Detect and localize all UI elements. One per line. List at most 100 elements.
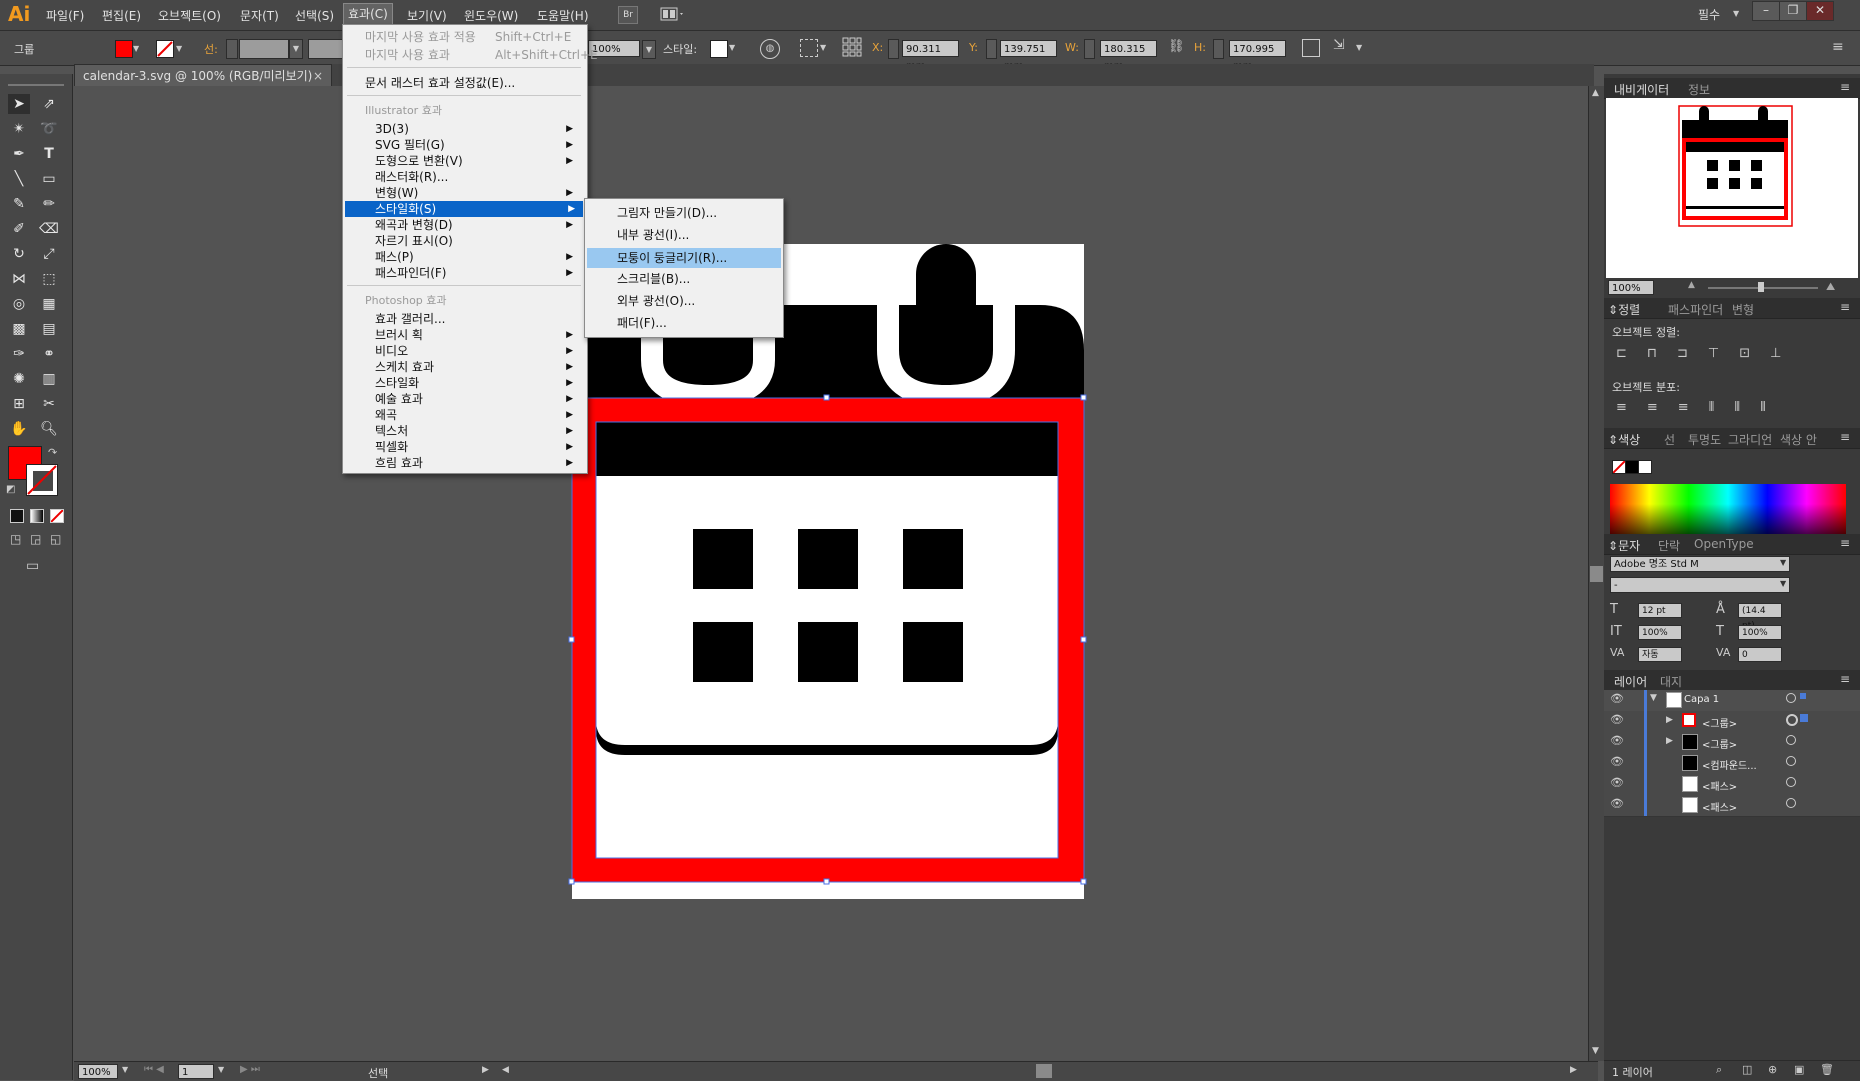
menu-item-crop-marks[interactable]: 자르기 표시(O) [375, 233, 581, 249]
expand-triangle-icon[interactable]: ▼ [1650, 693, 1657, 703]
menu-item-rasterize[interactable]: 래스터화(R)... [375, 169, 581, 185]
panel-menu-icon[interactable]: ≡ [1840, 672, 1850, 686]
tab-artboards[interactable]: 대지 [1660, 673, 1682, 690]
submenu-item-round-corners[interactable]: 모퉁이 둥글리기(R)... [587, 248, 781, 268]
selection-indicator[interactable] [1800, 693, 1806, 699]
submenu-item-outer-glow[interactable]: 외부 광선(O)... [587, 293, 781, 309]
tab-stroke[interactable]: 선 [1664, 431, 1675, 448]
status-menu-icon[interactable]: ▶ [482, 1065, 489, 1075]
vertical-scale-field[interactable]: 100% [1638, 625, 1682, 640]
vertical-scroll-thumb[interactable] [1590, 566, 1603, 582]
new-sublayer-icon[interactable]: ⊕ [1768, 1063, 1777, 1076]
zoom-slider-thumb[interactable] [1758, 282, 1764, 292]
menu-item-distort[interactable]: 왜곡 ▶ [375, 407, 581, 423]
align-buttons-row[interactable]: ⊏⊓⊐⊤⊡⊥ [1616, 346, 1846, 364]
menu-item-distort-transform[interactable]: 변형(W) ▶ [375, 185, 581, 201]
target-icon[interactable] [1786, 798, 1796, 808]
menu-item-texture[interactable]: 텍스처 ▶ [375, 423, 581, 439]
scroll-right-icon[interactable]: ▶ [1570, 1065, 1577, 1075]
zoom-out-icon[interactable]: ▲ [1688, 280, 1695, 290]
last-artboard-icon[interactable]: ▶ ⏭ [240, 1064, 260, 1075]
chevron-down-icon[interactable]: ▼ [1780, 558, 1786, 567]
menu-item-ps-stylize[interactable]: 스타일화 ▶ [375, 375, 581, 391]
submenu-item-feather[interactable]: 패더(F)... [587, 315, 781, 331]
eye-icon[interactable]: 👁︎ [1610, 755, 1624, 768]
tab-align[interactable]: ⇕정렬 [1608, 301, 1640, 318]
menu-item-document-raster-settings[interactable]: 문서 래스터 효과 설정값(E)... [365, 75, 575, 91]
horizontal-scroll-thumb[interactable] [1036, 1064, 1052, 1078]
tracking-field[interactable]: 0 [1738, 647, 1782, 662]
menu-item-stylize[interactable]: 스타일화(S) ▶ [345, 201, 583, 217]
menu-item-convert-to-shape[interactable]: 도형으로 변환(V) ▶ [375, 153, 581, 169]
layer-row[interactable]: 👁︎ <컴파운드... [1604, 753, 1860, 775]
target-icon[interactable] [1786, 777, 1796, 787]
menu-item-pathfinder[interactable]: 패스파인더(F) ▶ [375, 265, 581, 281]
kerning-field[interactable]: 자동 [1638, 647, 1682, 662]
artboard-number-field[interactable]: 1 [178, 1064, 214, 1079]
menu-item-video[interactable]: 비디오 ▶ [375, 343, 581, 359]
tab-layers[interactable]: 레이어 [1614, 673, 1647, 690]
tab-character[interactable]: ⇕문자 [1608, 537, 1640, 554]
target-icon[interactable] [1786, 756, 1796, 766]
horizontal-scale-field[interactable]: 100% [1738, 625, 1782, 640]
menu-item-svg-filter[interactable]: SVG 필터(G) ▶ [375, 137, 581, 153]
menu-item-effect-gallery[interactable]: 효과 갤러리... [375, 311, 581, 327]
panel-menu-icon[interactable]: ≡ [1840, 430, 1850, 444]
zoom-in-icon[interactable]: ⛰ [1826, 280, 1835, 294]
vertical-scrollbar[interactable]: ▲ ▼ [1588, 86, 1605, 1061]
tab-pathfinder[interactable]: 패스파인더 [1668, 301, 1723, 318]
target-icon[interactable] [1786, 693, 1796, 703]
scroll-left-icon[interactable]: ◀ [502, 1065, 509, 1075]
menu-item-pixelate[interactable]: 픽셀화 ▶ [375, 439, 581, 455]
tab-navigator[interactable]: 내비게이터 [1614, 81, 1669, 98]
eye-icon[interactable]: 👁︎ [1610, 797, 1624, 810]
panel-menu-icon[interactable]: ≡ [1840, 536, 1850, 550]
font-size-field[interactable]: 12 pt [1638, 603, 1682, 618]
tab-transparency[interactable]: 투명도 [1688, 431, 1721, 448]
selection-indicator[interactable] [1800, 714, 1808, 722]
layer-row[interactable]: 👁︎ <패스> [1604, 774, 1860, 796]
first-artboard-icon[interactable]: ⏮ ◀ [144, 1064, 164, 1075]
submenu-item-inner-glow[interactable]: 내부 광선(I)... [587, 227, 781, 243]
expand-triangle-icon[interactable]: ▶ [1666, 736, 1673, 746]
chevron-down-icon[interactable]: ▼ [218, 1065, 224, 1074]
color-spectrum[interactable] [1610, 484, 1846, 534]
tab-color-guide[interactable]: 색상 안 [1780, 431, 1817, 448]
black-swatch[interactable] [1625, 460, 1639, 474]
scroll-down-icon[interactable]: ▼ [1592, 1046, 1599, 1056]
tab-opentype[interactable]: OpenType [1694, 537, 1754, 551]
eye-icon[interactable]: 👁︎ [1610, 776, 1624, 789]
chevron-down-icon[interactable]: ▼ [122, 1065, 128, 1074]
distribute-buttons-row[interactable]: ≡≡≡⦀⦀⦀ [1616, 400, 1846, 418]
tab-paragraph[interactable]: 단락 [1658, 537, 1680, 554]
expand-triangle-icon[interactable]: ▶ [1666, 715, 1673, 725]
calendar-artwork[interactable] [0, 0, 1860, 1080]
leading-field[interactable]: (14.4 pt) [1738, 603, 1782, 631]
make-clipping-mask-icon[interactable]: ◫ [1742, 1063, 1752, 1076]
locate-object-icon[interactable]: ⌕ [1716, 1063, 1722, 1077]
menu-item-warp[interactable]: 왜곡과 변형(D) ▶ [375, 217, 581, 233]
chevron-down-icon[interactable]: ▼ [1780, 579, 1786, 588]
tab-gradient[interactable]: 그라디언 [1728, 431, 1772, 448]
layer-row[interactable]: 👁︎ <패스> [1604, 795, 1860, 817]
none-swatch[interactable] [1612, 460, 1626, 474]
scroll-up-icon[interactable]: ▲ [1592, 88, 1599, 98]
panel-menu-icon[interactable]: ≡ [1840, 80, 1850, 94]
panel-menu-icon[interactable]: ≡ [1840, 300, 1850, 314]
submenu-item-drop-shadow[interactable]: 그림자 만들기(D)... [587, 205, 781, 221]
menu-item-3d[interactable]: 3D(3) ▶ [375, 121, 581, 137]
menu-item-blur[interactable]: 흐림 효과 ▶ [375, 455, 581, 471]
menu-item-sketch[interactable]: 스케치 효과 ▶ [375, 359, 581, 375]
layer-row[interactable]: 👁︎ ▶ <그룹> [1604, 711, 1860, 733]
menu-item-path[interactable]: 패스(P) ▶ [375, 249, 581, 265]
menu-item-artistic[interactable]: 예술 효과 ▶ [375, 391, 581, 407]
tab-transform[interactable]: 변형 [1732, 301, 1754, 318]
eye-icon[interactable]: 👁︎ [1610, 692, 1624, 705]
new-layer-icon[interactable]: ▣ [1794, 1063, 1804, 1076]
target-icon[interactable] [1786, 735, 1796, 745]
font-style-select[interactable]: - [1610, 577, 1790, 593]
eye-icon[interactable]: 👁︎ [1610, 713, 1624, 726]
font-family-select[interactable]: Adobe 명조 Std M [1610, 556, 1790, 572]
tab-color[interactable]: ⇕색상 [1608, 431, 1640, 448]
menu-item-brush-strokes[interactable]: 브러시 획 ▶ [375, 327, 581, 343]
